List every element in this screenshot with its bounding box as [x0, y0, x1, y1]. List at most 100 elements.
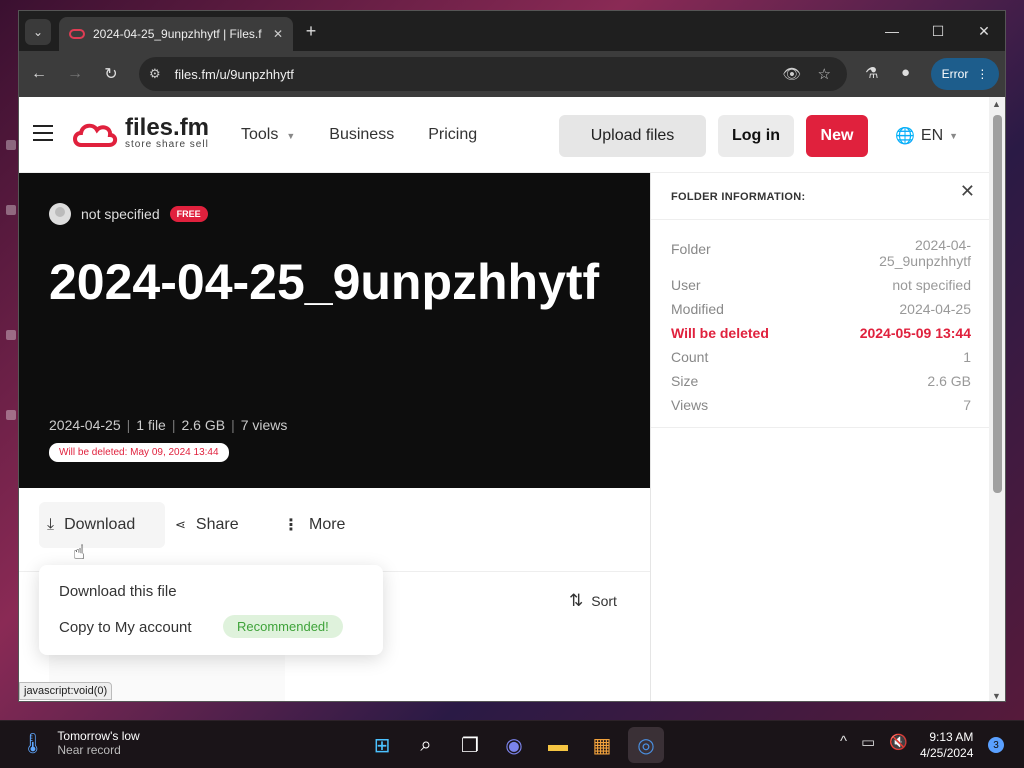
folder-info-panel: FOLDER INFORMATION: ✕ Folder 2024-04-25_… — [650, 173, 989, 701]
hand-cursor-icon: ☝ — [73, 542, 86, 564]
clock-date: 4/25/2024 — [920, 746, 974, 760]
store-icon[interactable]: ▦ — [584, 727, 620, 763]
info-value: 1 — [963, 349, 971, 365]
info-value: not specified — [892, 277, 971, 293]
tab-title: 2024-04-25_9unpzhhytf | Files.f — [93, 27, 262, 41]
files-fm-logo[interactable]: files.fm store share sell — [71, 116, 209, 150]
labs-flask-icon[interactable]: ⚗ — [865, 64, 878, 82]
download-label: Download — [64, 516, 136, 533]
copy-to-account-item[interactable]: Copy to My account — [59, 619, 192, 636]
scroll-down-icon[interactable]: ▼ — [992, 691, 1001, 701]
download-icon: ⤓ — [47, 516, 55, 533]
info-key: Modified — [671, 301, 724, 317]
language-selector[interactable]: 🌐 EN ▼ — [895, 126, 958, 146]
tab-search-button[interactable]: ⌄ — [25, 19, 51, 45]
minimize-button[interactable]: — — [869, 11, 915, 51]
cloud-logo-icon — [73, 123, 118, 147]
more-button[interactable]: ⋮ More — [275, 502, 353, 548]
info-value: 2.6 GB — [927, 373, 971, 389]
desktop-icon[interactable] — [6, 410, 16, 420]
desktop-icon[interactable] — [6, 140, 16, 150]
sort-button[interactable]: ⇅ Sort — [569, 591, 617, 611]
back-button[interactable]: ← — [23, 58, 55, 90]
system-tray: ^ ▭ 🔇 — [840, 733, 908, 751]
desktop-icon[interactable] — [6, 205, 16, 215]
free-badge: FREE — [169, 206, 208, 222]
weather-widget[interactable]: 🌡 Tomorrow's low Near record — [20, 729, 140, 757]
nav-tools[interactable]: Tools ▼ — [241, 126, 295, 144]
info-value: 7 — [963, 397, 971, 413]
active-tab[interactable]: 2024-04-25_9unpzhhytf | Files.f ✕ — [59, 17, 293, 51]
notification-badge[interactable]: 3 — [988, 737, 1004, 753]
share-label: Share — [195, 516, 239, 533]
share-button[interactable]: ⋖ Share — [167, 502, 247, 548]
caret-down-icon: ▼ — [949, 131, 959, 141]
tab-strip: ⌄ 2024-04-25_9unpzhhytf | Files.f ✕ + — … — [19, 11, 1005, 51]
info-key: Will be deleted — [671, 325, 769, 341]
close-icon[interactable]: ✕ — [273, 27, 283, 41]
kebab-icon: ⋮ — [283, 517, 299, 534]
info-key: Count — [671, 349, 709, 365]
clock[interactable]: 9:13 AM 4/25/2024 — [920, 729, 973, 761]
page-title: 2024-04-25_9unpzhhytf — [49, 254, 600, 310]
folder-owner: not specified FREE — [49, 203, 208, 225]
recommended-badge: Recommended! — [223, 615, 343, 638]
folder-meta: 2024-04-25 | 1 file | 2.6 GB | 7 views — [49, 417, 288, 433]
info-key: Size — [671, 373, 699, 389]
chat-icon[interactable]: ◉ — [496, 727, 532, 763]
windows-start-icon[interactable]: ⊞ — [364, 727, 400, 763]
hamburger-menu-icon[interactable] — [33, 125, 53, 141]
download-dropdown: Download this file Copy to My account Re… — [39, 565, 383, 655]
info-key: User — [671, 277, 701, 293]
volume-muted-icon[interactable]: 🔇 — [889, 733, 908, 751]
divider — [651, 427, 989, 428]
nav-pricing[interactable]: Pricing — [428, 126, 477, 144]
star-icon[interactable]: ☆ — [818, 65, 831, 83]
download-button[interactable]: ⤓ Download — [39, 502, 165, 548]
chrome-icon[interactable]: ◎ — [628, 727, 664, 763]
page-viewport: files.fm store share sell Tools ▼ Busines… — [19, 97, 989, 701]
scroll-up-icon[interactable]: ▲ — [992, 99, 1001, 109]
info-key: Views — [671, 397, 709, 413]
new-button[interactable]: New — [806, 115, 868, 157]
globe-icon: 🌐 — [895, 128, 915, 145]
owner-name: not specified — [81, 206, 160, 222]
action-bar: ⤓ Download ⋖ Share ⋮ More — [19, 488, 650, 572]
meta-files: 1 file — [136, 417, 166, 433]
close-window-button[interactable]: ✕ — [961, 11, 1005, 51]
profile-icon[interactable]: ● — [901, 64, 910, 81]
site-header: files.fm store share sell Tools ▼ Busines… — [19, 97, 989, 173]
files-fm-favicon-icon — [69, 29, 85, 39]
close-icon[interactable]: ✕ — [960, 181, 975, 202]
desktop-icon[interactable] — [6, 330, 16, 340]
search-icon[interactable]: ⌕ — [408, 727, 444, 763]
reload-button[interactable]: ↻ — [95, 58, 127, 90]
site-info-icon[interactable]: ⚙ — [149, 66, 161, 82]
network-icon[interactable]: ▭ — [861, 733, 875, 751]
caret-down-icon: ▼ — [286, 131, 296, 141]
taskbar: 🌡 Tomorrow's low Near record ⊞ ⌕ ❐ ◉ ▬ ▦… — [0, 720, 1024, 768]
error-button[interactable]: Error ⋮ — [931, 58, 999, 90]
chevron-up-icon[interactable]: ^ — [840, 733, 847, 751]
maximize-button[interactable]: ☐ — [915, 11, 961, 51]
upload-files-button[interactable]: Upload files — [559, 115, 706, 157]
forward-button[interactable]: → — [59, 58, 91, 90]
download-this-file-item[interactable]: Download this file — [59, 583, 177, 600]
file-explorer-icon[interactable]: ▬ — [540, 727, 576, 763]
scrollbar-thumb[interactable] — [993, 115, 1002, 493]
page-scrollbar[interactable]: ▲ ▼ — [989, 97, 1005, 701]
eye-slash-icon[interactable]: 👁 — [783, 65, 802, 83]
new-tab-button[interactable]: + — [299, 19, 323, 43]
url-text[interactable]: files.fm/u/9unpzhhytf — [175, 67, 783, 82]
login-button[interactable]: Log in — [718, 115, 794, 157]
share-icon: ⋖ — [175, 517, 186, 532]
sort-arrows-icon: ⇅ — [569, 591, 584, 610]
task-view-icon[interactable]: ❐ — [452, 727, 488, 763]
nav-business[interactable]: Business — [329, 126, 394, 144]
nav-tools-label: Tools — [241, 126, 279, 143]
folder-hero: not specified FREE 2024-04-25_9unpzhhytf… — [19, 173, 650, 488]
info-key: Folder — [671, 241, 711, 257]
browser-toolbar: ← → ↻ ⚙ files.fm/u/9unpzhhytf 👁 ☆ ⚗ ● Er… — [19, 51, 1005, 97]
avatar — [49, 203, 71, 225]
address-bar[interactable]: ⚙ files.fm/u/9unpzhhytf 👁 ☆ — [139, 57, 847, 91]
